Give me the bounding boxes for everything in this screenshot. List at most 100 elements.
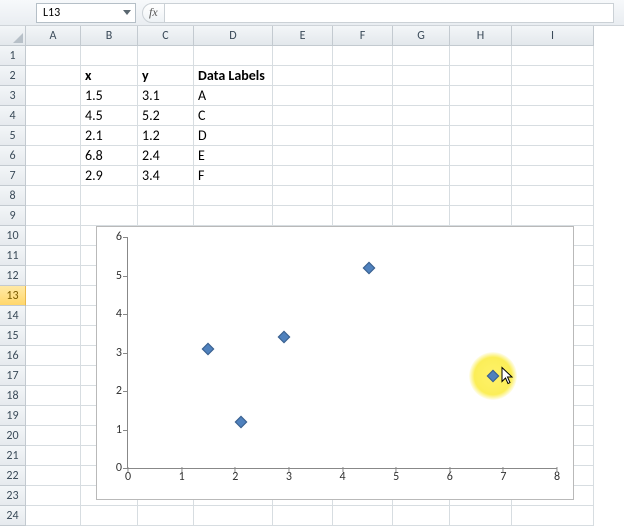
cell-H7[interactable]: [450, 166, 512, 186]
column-headers[interactable]: ABCDEFGHI: [26, 26, 594, 46]
row-header-10[interactable]: 10: [0, 226, 26, 246]
column-header-B[interactable]: B: [81, 26, 138, 46]
cell-A15[interactable]: [26, 326, 81, 346]
cell-B9[interactable]: [81, 206, 138, 226]
row-header-4[interactable]: 4: [0, 106, 26, 126]
row-header-5[interactable]: 5: [0, 126, 26, 146]
row-headers[interactable]: 123456789101112131415161718192021222324: [0, 46, 26, 526]
cell-G1[interactable]: [393, 46, 450, 66]
row-header-11[interactable]: 11: [0, 246, 26, 266]
cell-I7[interactable]: [512, 166, 594, 186]
cell-B5[interactable]: 2.1: [81, 126, 138, 146]
cell-G8[interactable]: [393, 186, 450, 206]
cell-H1[interactable]: [450, 46, 512, 66]
cell-C24[interactable]: [138, 506, 194, 526]
data-point[interactable]: [363, 261, 376, 274]
cell-I8[interactable]: [512, 186, 594, 206]
cell-A23[interactable]: [26, 486, 81, 506]
cell-F3[interactable]: [333, 86, 393, 106]
cell-F5[interactable]: [333, 126, 393, 146]
cell-A17[interactable]: [26, 366, 81, 386]
cell-F7[interactable]: [333, 166, 393, 186]
data-point[interactable]: [234, 415, 247, 428]
row-header-2[interactable]: 2: [0, 66, 26, 86]
cell-D5[interactable]: D: [194, 126, 273, 146]
cell-E3[interactable]: [273, 86, 333, 106]
cell-F2[interactable]: [333, 66, 393, 86]
column-header-H[interactable]: H: [450, 26, 512, 46]
cell-A13[interactable]: [26, 286, 81, 306]
cell-H3[interactable]: [450, 86, 512, 106]
cell-B24[interactable]: [81, 506, 138, 526]
cell-I24[interactable]: [512, 506, 594, 526]
cell-A14[interactable]: [26, 306, 81, 326]
cell-C3[interactable]: 3.1: [138, 86, 194, 106]
cell-A12[interactable]: [26, 266, 81, 286]
cell-E6[interactable]: [273, 146, 333, 166]
column-header-I[interactable]: I: [512, 26, 594, 46]
cell-F6[interactable]: [333, 146, 393, 166]
cell-E2[interactable]: [273, 66, 333, 86]
insert-function-button[interactable]: fx: [142, 3, 165, 23]
cell-I2[interactable]: [512, 66, 594, 86]
cell-C7[interactable]: 3.4: [138, 166, 194, 186]
cell-C1[interactable]: [138, 46, 194, 66]
chevron-down-icon[interactable]: [123, 10, 131, 15]
cell-F4[interactable]: [333, 106, 393, 126]
cell-A21[interactable]: [26, 446, 81, 466]
cell-C9[interactable]: [138, 206, 194, 226]
row-header-16[interactable]: 16: [0, 346, 26, 366]
cell-B1[interactable]: [81, 46, 138, 66]
cell-H4[interactable]: [450, 106, 512, 126]
cell-A24[interactable]: [26, 506, 81, 526]
cell-G6[interactable]: [393, 146, 450, 166]
column-header-G[interactable]: G: [393, 26, 450, 46]
cell-I6[interactable]: [512, 146, 594, 166]
cell-F24[interactable]: [333, 506, 393, 526]
cell-B6[interactable]: 6.8: [81, 146, 138, 166]
row-header-6[interactable]: 6: [0, 146, 26, 166]
cell-A1[interactable]: [26, 46, 81, 66]
row-header-13[interactable]: 13: [0, 286, 26, 306]
cell-B8[interactable]: [81, 186, 138, 206]
cell-A10[interactable]: [26, 226, 81, 246]
select-all-corner[interactable]: [0, 26, 26, 46]
cell-G7[interactable]: [393, 166, 450, 186]
cell-E4[interactable]: [273, 106, 333, 126]
cell-A20[interactable]: [26, 426, 81, 446]
cell-I4[interactable]: [512, 106, 594, 126]
column-header-A[interactable]: A: [26, 26, 81, 46]
cell-G4[interactable]: [393, 106, 450, 126]
cell-I5[interactable]: [512, 126, 594, 146]
cell-A11[interactable]: [26, 246, 81, 266]
cell-A9[interactable]: [26, 206, 81, 226]
cell-A6[interactable]: [26, 146, 81, 166]
cell-E9[interactable]: [273, 206, 333, 226]
cell-H8[interactable]: [450, 186, 512, 206]
row-header-15[interactable]: 15: [0, 326, 26, 346]
cell-D6[interactable]: E: [194, 146, 273, 166]
cell-C8[interactable]: [138, 186, 194, 206]
row-header-18[interactable]: 18: [0, 386, 26, 406]
cell-H6[interactable]: [450, 146, 512, 166]
column-header-F[interactable]: F: [333, 26, 393, 46]
cell-I9[interactable]: [512, 206, 594, 226]
plot-area[interactable]: 0123456012345678: [127, 237, 557, 469]
cell-D1[interactable]: [194, 46, 273, 66]
row-header-7[interactable]: 7: [0, 166, 26, 186]
cell-F1[interactable]: [333, 46, 393, 66]
cell-E24[interactable]: [273, 506, 333, 526]
cell-B3[interactable]: 1.5: [81, 86, 138, 106]
cell-H5[interactable]: [450, 126, 512, 146]
column-header-C[interactable]: C: [138, 26, 194, 46]
cell-I1[interactable]: [512, 46, 594, 66]
cell-B4[interactable]: 4.5: [81, 106, 138, 126]
cell-A18[interactable]: [26, 386, 81, 406]
cell-G9[interactable]: [393, 206, 450, 226]
cell-I3[interactable]: [512, 86, 594, 106]
row-header-17[interactable]: 17: [0, 366, 26, 386]
cell-H24[interactable]: [450, 506, 512, 526]
row-header-23[interactable]: 23: [0, 486, 26, 506]
cell-D2[interactable]: Data Labels: [194, 66, 273, 86]
cell-H2[interactable]: [450, 66, 512, 86]
